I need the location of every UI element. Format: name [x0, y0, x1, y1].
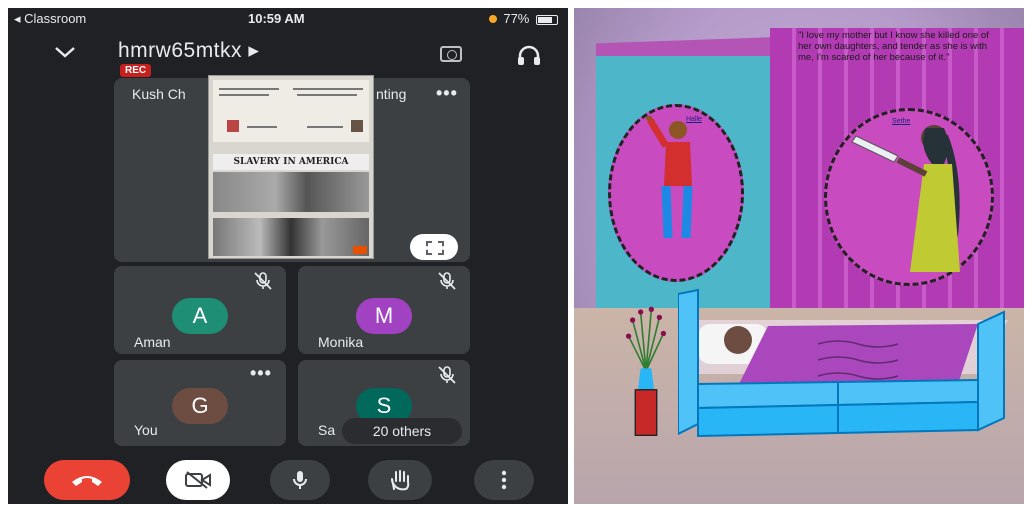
- more-icon[interactable]: •••: [436, 84, 458, 102]
- participant-tile[interactable]: ••• G You: [114, 360, 286, 446]
- camera-off-icon: [185, 471, 211, 489]
- end-call-button[interactable]: [44, 460, 130, 500]
- woman-figure: [851, 125, 960, 272]
- raise-hand-icon: [391, 470, 410, 491]
- status-bar: ◂ Classroom 10:59 AM 77%: [8, 8, 568, 28]
- bed: [678, 288, 1008, 438]
- participant-name: You: [134, 422, 158, 438]
- man-figure: [646, 116, 693, 239]
- avatar: M: [356, 298, 412, 334]
- slide-photo: [351, 120, 363, 132]
- carrier-label: ◂ Classroom: [14, 11, 87, 26]
- others-button[interactable]: 20 others: [342, 418, 462, 444]
- slide-photo: [227, 120, 239, 132]
- painting-quote: "I love my mother but I know she killed …: [798, 30, 989, 63]
- overflow-menu-icon: [501, 470, 507, 490]
- overflow-menu-button[interactable]: [474, 460, 534, 500]
- mic-icon: [293, 471, 307, 489]
- slide-header: [213, 80, 369, 142]
- student-painting: "I love my mother but I know she killed …: [574, 8, 1024, 504]
- end-call-icon: [72, 476, 102, 486]
- shared-slide: SLAVERY IN AMERICA: [208, 75, 374, 259]
- avatar: A: [172, 298, 228, 334]
- raise-hand-button[interactable]: [368, 460, 432, 500]
- more-icon[interactable]: •••: [250, 364, 272, 382]
- flower-vase: [626, 306, 666, 436]
- mic-off-icon: [254, 272, 272, 290]
- slide-image: [213, 172, 369, 212]
- mic-off-icon: [438, 272, 456, 290]
- participant-name: Monika: [318, 334, 364, 350]
- presenter-name: Kush Ch: [132, 86, 186, 102]
- participant-tile[interactable]: M Monika: [298, 266, 470, 354]
- participant-name: Aman: [134, 334, 171, 350]
- presenter-name-suffix: nting: [376, 86, 407, 102]
- recording-badge: REC: [120, 64, 152, 77]
- mic-off-icon: [438, 366, 456, 384]
- slide-title: SLAVERY IN AMERICA: [213, 154, 369, 170]
- headphones-icon[interactable]: [516, 44, 542, 66]
- avatar: G: [172, 388, 228, 424]
- clock: 10:59 AM: [248, 11, 305, 26]
- battery-icon: [536, 14, 558, 25]
- meeting-header: hmrw65mtkx ▸ REC: [8, 34, 568, 78]
- mic-toggle-button[interactable]: [270, 460, 330, 500]
- participant-tile[interactable]: A Aman: [114, 266, 286, 354]
- switch-camera-icon[interactable]: [440, 46, 462, 62]
- participant-name: Sa: [318, 422, 336, 438]
- location-dot-icon: [488, 15, 497, 23]
- audio-indicator-icon: [353, 246, 367, 254]
- fullscreen-icon[interactable]: [410, 234, 458, 260]
- camera-toggle-button[interactable]: [166, 460, 230, 500]
- battery-status: 77%: [488, 11, 558, 26]
- meeting-code[interactable]: hmrw65mtkx ▸: [118, 38, 259, 63]
- meet-screen: ◂ Classroom 10:59 AM 77% hmrw65mtkx ▸ RE…: [8, 8, 568, 504]
- slide-video: [213, 218, 369, 256]
- battery-percent: 77%: [503, 11, 530, 26]
- chevron-down-icon[interactable]: [52, 42, 78, 62]
